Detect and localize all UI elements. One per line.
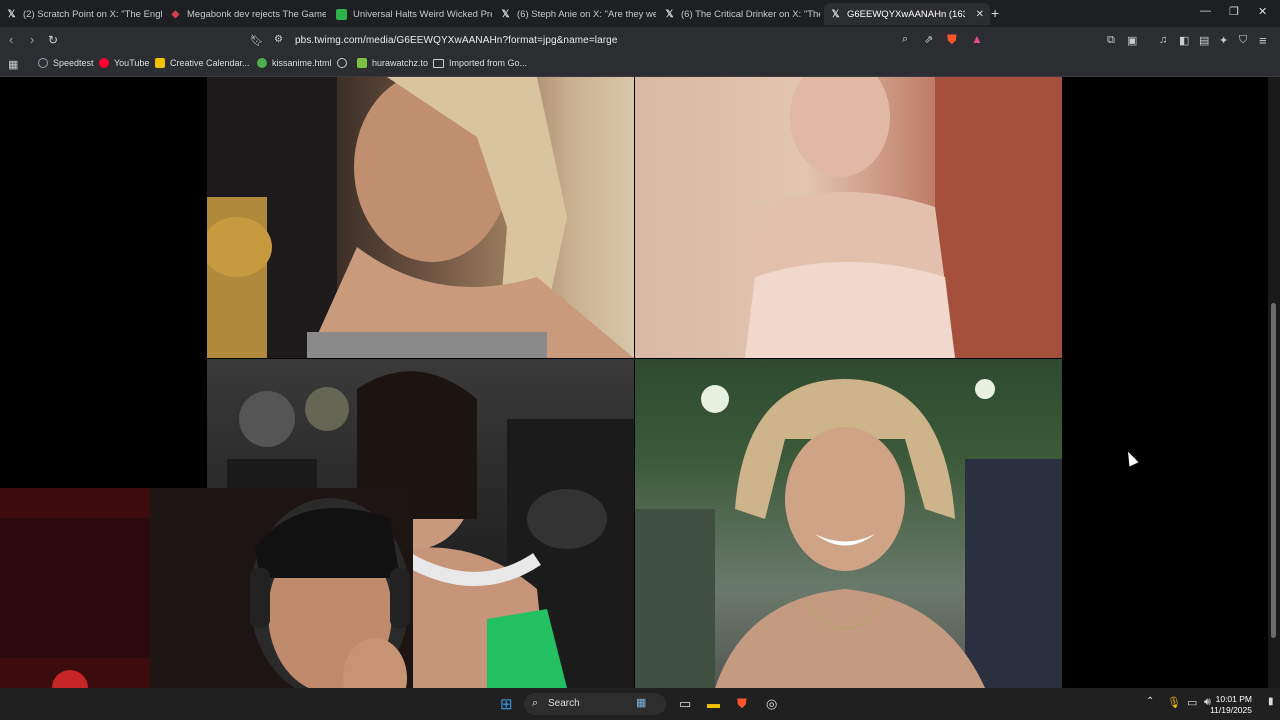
close-window-icon[interactable]: ✕ xyxy=(1258,5,1267,18)
bookmark-speedtest[interactable]: Speedtest xyxy=(38,58,94,68)
new-tab-icon[interactable]: + xyxy=(991,5,999,21)
address-bar[interactable]: 🔖︎ ⚙︎ pbs.twimg.com/media/G6EEWQYXwAANAH… xyxy=(244,29,992,52)
tab-strip: 𝕏 (2) Scratch Point on X: "The English l… xyxy=(0,0,1280,27)
photo-bottom-right xyxy=(635,359,1062,688)
tray-chevron-icon[interactable]: ⌃ xyxy=(1146,696,1154,707)
zoom-icon[interactable]: ⌕ xyxy=(902,33,908,46)
webcam-overlay xyxy=(0,488,413,720)
tab-1[interactable]: 𝕏 (2) Scratch Point on X: "The English l… xyxy=(6,3,162,25)
leaf-icon xyxy=(257,58,267,68)
bookmark-kissanime[interactable]: kissanime.html xyxy=(257,58,332,68)
speedtest-icon xyxy=(38,58,48,68)
globe-icon xyxy=(337,58,347,68)
wallet-card-icon[interactable]: ▤ xyxy=(1199,34,1209,47)
x-logo-icon: 𝕏 xyxy=(501,8,510,20)
browser-toolbar: ‹ › ↻ 🔖︎ ⚙︎ pbs.twimg.com/media/G6EEWQYX… xyxy=(0,27,1280,54)
youtube-icon xyxy=(99,58,109,68)
bookmark-globe[interactable] xyxy=(337,58,347,68)
network-icon[interactable]: ▭ xyxy=(1187,696,1197,709)
menu-icon[interactable]: ≡ xyxy=(1259,33,1267,48)
site-favicon-icon: ◆ xyxy=(171,8,180,20)
news-favicon-icon xyxy=(336,8,347,20)
tab-2[interactable]: ◆ Megabonk dev rejects The Game Aw xyxy=(170,3,326,25)
brave-rewards-icon[interactable]: ▲ xyxy=(971,32,983,46)
x-logo-icon: 𝕏 xyxy=(665,8,674,20)
scrollbar-thumb[interactable] xyxy=(1271,303,1276,638)
url-text: pbs.twimg.com/media/G6EEWQYXwAANAHn?form… xyxy=(295,35,618,46)
bookmarks-bar: ▦ Speedtest YouTube Creative Calendar...… xyxy=(0,54,1280,77)
windows-taskbar: ⊞ ⌕ Search ▦ ▭ ▬ ⛊ ◎ ⌃ 🎙︎ ▭ 🔊︎ 10:01 PM … xyxy=(0,688,1280,720)
photo-top-left-art xyxy=(207,77,634,358)
brave-browser-icon[interactable]: ⛊ xyxy=(737,696,747,712)
sidebar-icon[interactable]: ◧ xyxy=(1179,34,1189,47)
tab-4[interactable]: 𝕏 (6) Steph Anie on X: "Are they weird" xyxy=(500,3,656,25)
bookmark-icon[interactable]: 🔖︎ xyxy=(250,34,264,47)
restore-icon[interactable]: ❐ xyxy=(1229,5,1239,18)
windows-start-icon[interactable]: ⊞ xyxy=(500,695,513,713)
x-logo-icon: 𝕏 xyxy=(7,8,16,20)
hurawatch-icon xyxy=(357,58,367,68)
wallet-icon[interactable]: ▣ xyxy=(1127,34,1137,47)
vertical-scrollbar[interactable] xyxy=(1268,77,1280,688)
tab-title: Megabonk dev rejects The Game Aw xyxy=(187,8,326,20)
microphone-icon[interactable]: 🎙︎ xyxy=(1167,696,1181,709)
site-info-icon[interactable]: ⚙︎ xyxy=(274,34,283,45)
tab-title: (2) Scratch Point on X: "The English la xyxy=(23,8,162,20)
share-icon[interactable]: ⇗ xyxy=(924,33,933,46)
tab-title: G6EEWQYXwAANAHn (1638×20 xyxy=(847,8,965,20)
webcam-feed xyxy=(0,488,413,720)
reload-icon[interactable]: ↻ xyxy=(48,33,58,47)
close-tab-icon[interactable]: ✕ xyxy=(976,9,990,20)
tab-5[interactable]: 𝕏 (6) The Critical Drinker on X: "There … xyxy=(664,3,820,25)
back-icon[interactable]: ‹ xyxy=(9,32,13,47)
photo-top-right xyxy=(635,77,1062,358)
search-icon: ⌕ xyxy=(532,697,539,709)
media-icon[interactable]: ♫ xyxy=(1159,34,1167,46)
tab-title: Universal Halts Weird Wicked Press T xyxy=(353,8,492,20)
calendar-icon xyxy=(155,58,165,68)
tab-title: (6) The Critical Drinker on X: "There a xyxy=(681,8,820,20)
photo-top-left xyxy=(207,77,634,358)
photo-bottom-right-art xyxy=(635,379,1062,688)
bookmark-youtube[interactable]: YouTube xyxy=(99,58,149,68)
task-view-icon[interactable]: ▭ xyxy=(679,696,691,712)
app-icon[interactable]: ◎ xyxy=(766,696,777,712)
folder-icon xyxy=(433,58,444,68)
brave-shields-icon[interactable]: ⛊ xyxy=(947,32,957,48)
vpn-icon[interactable]: ⛉ xyxy=(1239,34,1247,47)
file-explorer-icon[interactable]: ▬ xyxy=(707,696,720,711)
bookmark-hurawatch[interactable]: hurawatchz.to xyxy=(357,58,428,68)
forward-icon[interactable]: › xyxy=(30,32,34,47)
tab-3[interactable]: Universal Halts Weird Wicked Press T xyxy=(336,3,492,25)
photo-top-right-art xyxy=(745,77,1062,358)
x-logo-icon: 𝕏 xyxy=(831,8,840,20)
minimize-icon[interactable]: — xyxy=(1200,5,1211,17)
leo-ai-icon[interactable]: ✦ xyxy=(1219,34,1228,47)
system-clock[interactable]: 10:01 PM 11/19/2025 xyxy=(1210,694,1252,716)
tab-title: (6) Steph Anie on X: "Are they weird" xyxy=(517,8,656,20)
tab-active[interactable]: 𝕏 G6EEWQYXwAANAHn (1638×20 ✕ xyxy=(824,3,990,25)
bookmark-creative-calendar[interactable]: Creative Calendar... xyxy=(155,58,250,68)
search-highlight-icon: ▦ xyxy=(636,697,647,709)
bookmark-imported-folder[interactable]: Imported from Go... xyxy=(433,58,527,68)
taskbar-search[interactable]: ⌕ Search ▦ xyxy=(524,693,666,715)
notification-icon[interactable]: ▮ xyxy=(1268,696,1274,707)
extensions-icon[interactable]: ⧉ xyxy=(1107,34,1115,47)
apps-grid-icon[interactable]: ▦ xyxy=(8,58,18,71)
